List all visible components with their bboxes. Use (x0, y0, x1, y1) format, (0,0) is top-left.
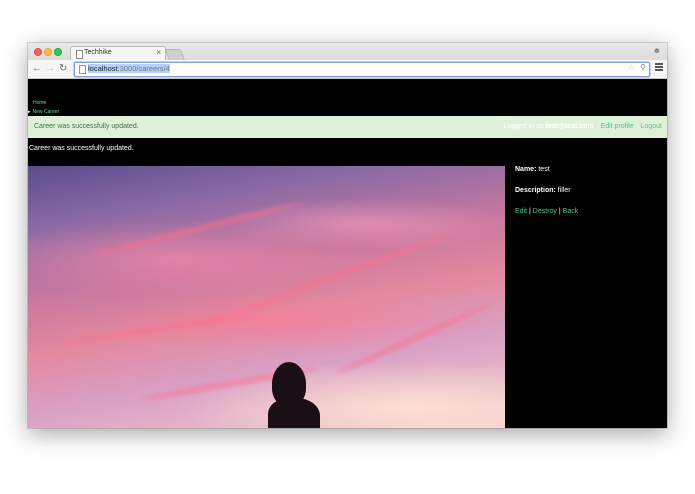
page-icon (79, 65, 86, 74)
career-actions: Edit | Destroy | Back (515, 208, 665, 215)
browser-window: Techhike × ☻ ← → ↻ localhost:3000/career… (28, 43, 667, 428)
career-details: Name: test Description: filler Edit | De… (515, 166, 665, 215)
search-icon[interactable]: ⚲ (640, 63, 646, 72)
forward-arrow-icon[interactable]: → (45, 63, 55, 75)
nav-home-link[interactable]: Home (33, 100, 46, 106)
minimize-window-button[interactable] (44, 48, 52, 56)
zoom-window-button[interactable] (54, 48, 62, 56)
logout-link[interactable]: Logout (641, 123, 662, 130)
logged-in-prefix: Logged in as (503, 123, 544, 130)
close-window-button[interactable] (34, 48, 42, 56)
name-value: test (538, 166, 550, 173)
edit-link[interactable]: Edit (515, 208, 527, 215)
cloud-streak (334, 301, 492, 377)
star-icon[interactable]: ☆ (628, 63, 635, 72)
nav-new-career-label[interactable]: New Career (33, 109, 60, 115)
browser-tab[interactable]: Techhike × (70, 46, 166, 61)
profile-icon[interactable]: ☻ (653, 46, 661, 55)
name-label: Name: (515, 166, 537, 173)
menu-icon[interactable] (655, 63, 663, 71)
nav-new-career-link[interactable]: ▸ New Career (28, 109, 59, 115)
notice-text: Career was successfully updated. (29, 145, 134, 152)
name-field: Name: test (515, 166, 665, 173)
silhouette-body (268, 398, 320, 428)
address-bar[interactable]: localhost:3000/careers/4 ☆ ⚲ (74, 62, 650, 77)
browser-toolbar: ← → ↻ localhost:3000/careers/4 ☆ ⚲ (28, 60, 667, 79)
flash-message: Career was successfully updated. (34, 123, 139, 130)
page-viewport: Home ▸ New Career Career was successfully… (28, 79, 667, 428)
description-field: Description: filler (515, 187, 665, 194)
destroy-link[interactable]: Destroy (533, 208, 557, 215)
cloud-streak (204, 231, 452, 327)
career-image (28, 166, 505, 428)
page-icon (76, 50, 83, 59)
separator: | (558, 208, 561, 215)
reload-icon[interactable]: ↻ (59, 63, 67, 75)
bullet-icon: ▸ (28, 109, 31, 115)
back-arrow-icon[interactable]: ← (32, 63, 42, 75)
logged-in-status: Logged in as test@test.com (498, 123, 593, 130)
user-nav: Logged in as test@test.com Edit profile … (493, 123, 662, 130)
cloud-streak (58, 312, 258, 346)
tab-close-button[interactable]: × (156, 48, 161, 57)
logged-in-user: test@test.com (545, 123, 594, 130)
tab-title: Techhike (84, 49, 112, 56)
url-text[interactable]: localhost:3000/careers/4 (88, 64, 170, 73)
description-label: Description: (515, 187, 556, 194)
description-value: filler (557, 187, 571, 194)
separator: | (529, 208, 531, 215)
back-link[interactable]: Back (563, 208, 579, 215)
cloud-streak (90, 199, 306, 259)
flash-bar: Career was successfully updated. Logged … (28, 116, 667, 138)
title-bar: Techhike × ☻ (28, 43, 667, 61)
edit-profile-link[interactable]: Edit profile (601, 123, 634, 130)
